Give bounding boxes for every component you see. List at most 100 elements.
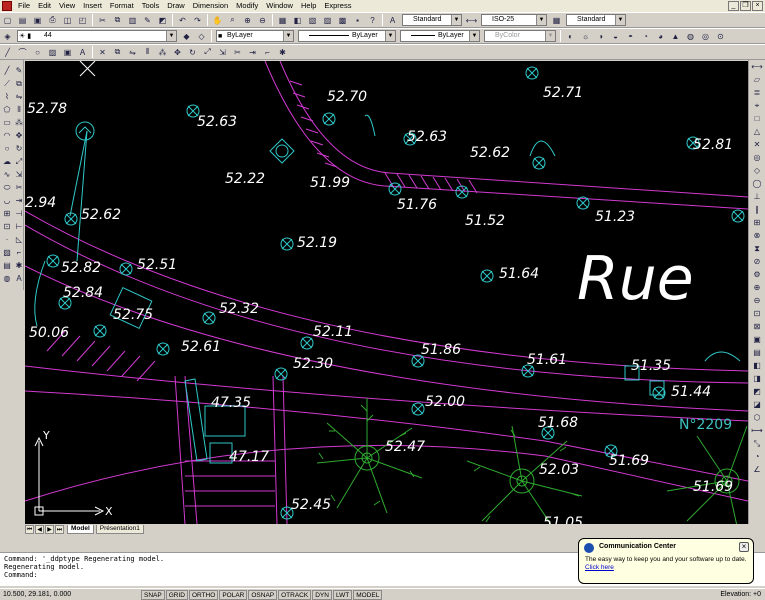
chevron-down-icon[interactable]: ▼ bbox=[469, 31, 479, 41]
tab-model[interactable]: Model bbox=[67, 524, 94, 534]
menu-file[interactable]: File bbox=[14, 0, 34, 12]
zoom-extents-icon[interactable]: ⊠ bbox=[750, 321, 764, 333]
id-point-icon[interactable]: ⌖ bbox=[750, 100, 764, 112]
zoom-all-icon[interactable]: ⊡ bbox=[750, 308, 764, 320]
erase-icon[interactable]: ✕ bbox=[96, 46, 109, 58]
menu-help[interactable]: Help bbox=[297, 0, 320, 12]
view-right-icon[interactable]: ◨ bbox=[750, 373, 764, 385]
fillet-icon[interactable]: ⌐ bbox=[12, 247, 26, 259]
scale-icon[interactable]: ⤢ bbox=[12, 156, 26, 168]
fog-icon[interactable]: ◕ bbox=[654, 30, 667, 42]
autocad-app-icon[interactable] bbox=[2, 1, 12, 11]
menu-view[interactable]: View bbox=[55, 0, 79, 12]
snap-parallel-icon[interactable]: ∥ bbox=[750, 204, 764, 216]
line-icon[interactable]: ╱ bbox=[1, 46, 14, 58]
render-icon[interactable]: ◐ bbox=[564, 30, 577, 42]
help-icon[interactable]: ? bbox=[366, 14, 379, 26]
tab-presentation1[interactable]: Présentation1 bbox=[95, 524, 144, 534]
color-dropdown[interactable]: ■ ByLayer ▼ bbox=[216, 30, 294, 42]
open-icon[interactable]: ▤ bbox=[16, 14, 29, 26]
make-current-layer-icon[interactable]: ◆ bbox=[180, 30, 193, 42]
menu-express[interactable]: Express bbox=[320, 0, 355, 12]
zoom-out-icon[interactable]: ⊖ bbox=[750, 295, 764, 307]
snap-center-icon[interactable]: ◎ bbox=[750, 152, 764, 164]
render-prefs-icon[interactable]: ◎ bbox=[699, 30, 712, 42]
array-icon[interactable]: ⁂ bbox=[156, 46, 169, 58]
materials-icon[interactable]: ◒ bbox=[609, 30, 622, 42]
chevron-down-icon[interactable]: ▼ bbox=[451, 15, 461, 25]
menu-insert[interactable]: Insert bbox=[79, 0, 106, 12]
lineweight-dropdown[interactable]: ByLayer ▼ bbox=[400, 30, 480, 42]
statistics-icon[interactable]: ◍ bbox=[684, 30, 697, 42]
view-back-icon[interactable]: ◪ bbox=[750, 399, 764, 411]
menu-modify[interactable]: Modify bbox=[232, 0, 262, 12]
area-icon[interactable]: ▱ bbox=[750, 74, 764, 86]
chevron-down-icon[interactable]: ▼ bbox=[536, 15, 546, 25]
erase-icon[interactable]: ✎ bbox=[12, 65, 26, 77]
layer-dropdown[interactable]: ☀ ▮ 44 ▼ bbox=[17, 30, 177, 42]
scenes-icon[interactable]: ◑ bbox=[594, 30, 607, 42]
background-icon[interactable]: ◔ bbox=[639, 30, 652, 42]
paste-icon[interactable]: ▥ bbox=[126, 14, 139, 26]
dist-icon[interactable]: ⟷ bbox=[750, 61, 764, 73]
chevron-down-icon[interactable]: ▼ bbox=[166, 31, 176, 41]
otrack-toggle[interactable]: OTRACK bbox=[278, 589, 312, 600]
stretch-icon[interactable]: ⇲ bbox=[12, 169, 26, 181]
dimension-linear-icon[interactable]: ⟼ bbox=[750, 425, 764, 437]
prev-tab-icon[interactable]: ◀ bbox=[35, 524, 44, 534]
snap-intersection-icon[interactable]: ✕ bbox=[750, 139, 764, 151]
dyn-toggle[interactable]: DYN bbox=[312, 589, 332, 600]
zoom-window-icon[interactable]: ⊕ bbox=[241, 14, 254, 26]
restore-icon[interactable]: ❐ bbox=[740, 1, 751, 11]
zoom-in-icon[interactable]: ⊕ bbox=[750, 282, 764, 294]
design-center-icon[interactable]: ◧ bbox=[291, 14, 304, 26]
snap-tangent-icon[interactable]: ◯ bbox=[750, 178, 764, 190]
chevron-down-icon[interactable]: ▼ bbox=[615, 15, 625, 25]
pan-icon[interactable]: ✋ bbox=[211, 14, 224, 26]
scale-icon[interactable]: ⤢ bbox=[201, 46, 214, 58]
save-icon[interactable]: ▣ bbox=[31, 14, 44, 26]
zoom-previous-icon[interactable]: ⊖ bbox=[256, 14, 269, 26]
text-style-dropdown[interactable]: Standard ▼ bbox=[402, 14, 462, 26]
next-tab-icon[interactable]: ▶ bbox=[45, 524, 54, 534]
first-tab-icon[interactable]: ⏮ bbox=[25, 524, 34, 534]
close-icon[interactable]: × bbox=[752, 1, 763, 11]
snap-endpoint-icon[interactable]: □ bbox=[750, 113, 764, 125]
snap-toggle[interactable]: SNAP bbox=[141, 589, 165, 600]
snap-quadrant-icon[interactable]: ◇ bbox=[750, 165, 764, 177]
dim-style-dropdown[interactable]: ISO-25 ▼ bbox=[481, 14, 547, 26]
hatch-icon[interactable]: ▨ bbox=[46, 46, 59, 58]
trim-icon[interactable]: ✂ bbox=[231, 46, 244, 58]
layer-manager-icon[interactable]: ◈ bbox=[1, 30, 14, 42]
orbit-icon[interactable]: ⊙ bbox=[714, 30, 727, 42]
minimize-icon[interactable]: _ bbox=[728, 1, 739, 11]
trim-icon[interactable]: ✂ bbox=[12, 182, 26, 194]
cut-icon[interactable]: ✂ bbox=[96, 14, 109, 26]
copy-icon[interactable]: ⧉ bbox=[111, 14, 124, 26]
osnap-settings-icon[interactable]: ⚙ bbox=[750, 269, 764, 281]
new-icon[interactable]: ▢ bbox=[1, 14, 14, 26]
explode-icon[interactable]: ✱ bbox=[276, 46, 289, 58]
chevron-down-icon[interactable]: ▼ bbox=[283, 31, 293, 41]
array-icon[interactable]: ⁂ bbox=[12, 117, 26, 129]
last-tab-icon[interactable]: ⏭ bbox=[55, 524, 64, 534]
dimension-radius-icon[interactable]: ◔ bbox=[750, 451, 764, 463]
snap-none-icon[interactable]: ⊘ bbox=[750, 256, 764, 268]
close-icon[interactable]: × bbox=[739, 542, 749, 552]
redo-icon[interactable]: ↷ bbox=[191, 14, 204, 26]
polar-toggle[interactable]: POLAR bbox=[219, 589, 248, 600]
grid-toggle[interactable]: GRID bbox=[165, 589, 188, 600]
coordinate-readout[interactable]: 10.500, 29.181, 0.000 bbox=[0, 591, 140, 598]
move-icon[interactable]: ✥ bbox=[171, 46, 184, 58]
osnap-toggle[interactable]: OSNAP bbox=[248, 589, 278, 600]
snap-perpendicular-icon[interactable]: ⊥ bbox=[750, 191, 764, 203]
properties-icon[interactable]: ▦ bbox=[276, 14, 289, 26]
text-icon[interactable]: A bbox=[76, 46, 89, 58]
chevron-down-icon[interactable]: ▼ bbox=[385, 31, 395, 41]
layer-previous-icon[interactable]: ◇ bbox=[195, 30, 208, 42]
extend-icon[interactable]: ⇥ bbox=[246, 46, 259, 58]
snap-nearest-icon[interactable]: ⧗ bbox=[750, 243, 764, 255]
undo-icon[interactable]: ↶ bbox=[176, 14, 189, 26]
linetype-dropdown[interactable]: ByLayer ▼ bbox=[298, 30, 396, 42]
break-icon[interactable]: ⊣ bbox=[12, 208, 26, 220]
